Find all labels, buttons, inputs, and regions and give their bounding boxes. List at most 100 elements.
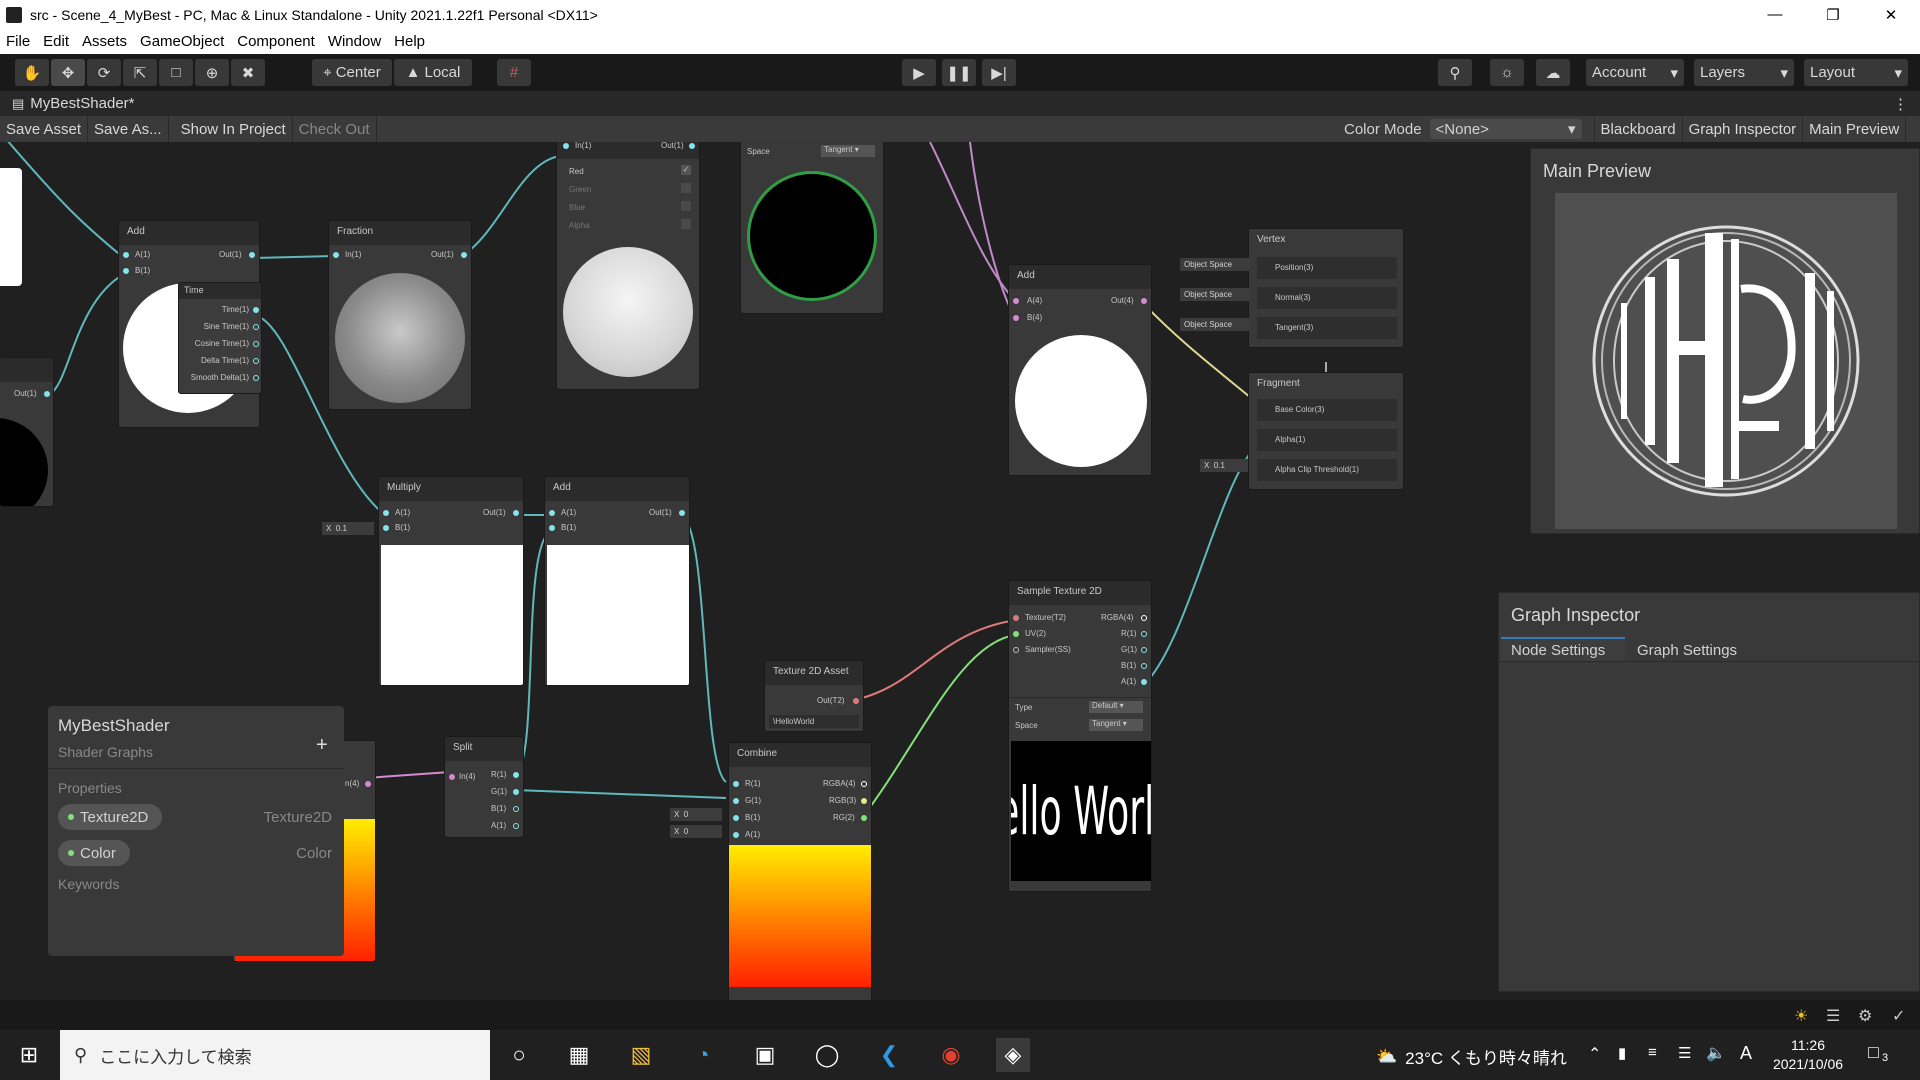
- out-port[interactable]: [1141, 298, 1147, 304]
- graph-inspector-toggle[interactable]: Graph Inspector: [1683, 116, 1804, 142]
- combine-a-value[interactable]: X 0: [670, 825, 722, 838]
- menu-help[interactable]: Help: [394, 33, 425, 50]
- layers-dropdown[interactable]: Layers ▾: [1694, 59, 1794, 86]
- lighting-icon[interactable]: ☀: [1794, 1006, 1808, 1026]
- out-port[interactable]: [253, 375, 259, 381]
- green-checkbox[interactable]: [681, 183, 691, 193]
- menu-gameobject[interactable]: GameObject: [140, 33, 224, 50]
- battery-icon[interactable]: ▮: [1618, 1044, 1626, 1062]
- save-asset-button[interactable]: Save Asset: [0, 116, 89, 142]
- save-as-button[interactable]: Save As...: [88, 116, 169, 142]
- split-node[interactable]: Split In(4) R(1) G(1) B(1) A(1): [444, 736, 524, 838]
- windows-start-icon[interactable]: ⊞: [12, 1038, 46, 1072]
- progress-check-icon[interactable]: ✓: [1892, 1006, 1905, 1026]
- chrome-icon[interactable]: ◉: [934, 1038, 968, 1072]
- in-port[interactable]: [449, 774, 455, 780]
- menu-window[interactable]: Window: [328, 33, 381, 50]
- unreal-engine-icon[interactable]: ◯: [810, 1038, 844, 1072]
- out-port[interactable]: [861, 781, 867, 787]
- out-port[interactable]: [513, 823, 519, 829]
- more-options-icon[interactable]: ⋮: [1893, 95, 1908, 113]
- out-port[interactable]: [513, 510, 519, 516]
- type-dropdown[interactable]: Default ▾: [1089, 701, 1143, 713]
- tangent-slot[interactable]: Tangent(3): [1257, 317, 1397, 339]
- out-port[interactable]: [861, 815, 867, 821]
- fraction-node[interactable]: Fraction In(1) Out(1): [328, 220, 472, 410]
- in-port[interactable]: [383, 525, 389, 531]
- base-color-slot[interactable]: Base Color(3): [1257, 399, 1397, 421]
- rect-tool-icon[interactable]: □: [159, 59, 193, 86]
- layers-status-icon[interactable]: ☰: [1826, 1006, 1840, 1026]
- in-port[interactable]: [1013, 631, 1019, 637]
- out-port[interactable]: [365, 781, 371, 787]
- blue-checkbox[interactable]: [681, 201, 691, 211]
- multiply-b-value[interactable]: X 0.1: [322, 522, 374, 535]
- maximize-button[interactable]: ❐: [1804, 0, 1862, 29]
- out-port[interactable]: [249, 252, 255, 258]
- out-port[interactable]: [513, 806, 519, 812]
- layout-dropdown[interactable]: Layout ▾: [1804, 59, 1908, 86]
- blackboard-toggle[interactable]: Blackboard: [1593, 116, 1683, 142]
- transform-tool-icon[interactable]: ⊕: [195, 59, 229, 86]
- edge-browser-icon[interactable]: ◔: [686, 1038, 720, 1072]
- collab-icon[interactable]: ⚙: [1858, 1006, 1872, 1026]
- search-icon[interactable]: ⚲: [1438, 59, 1472, 86]
- in-port[interactable]: [733, 815, 739, 821]
- add-property-button[interactable]: +: [316, 734, 328, 757]
- notification-icon[interactable]: □ 3: [1868, 1042, 1888, 1064]
- normal-slot[interactable]: Normal(3): [1257, 287, 1397, 309]
- space-dropdown[interactable]: Tangent ▾: [1089, 719, 1143, 731]
- in-port[interactable]: [383, 510, 389, 516]
- add-node[interactable]: Add A(1) B(1) Out(1): [544, 476, 690, 686]
- network-icon[interactable]: ≡: [1648, 1044, 1657, 1061]
- out-port[interactable]: [1141, 615, 1147, 621]
- rotate-tool-icon[interactable]: ⟳: [87, 59, 121, 86]
- channel-mask-node[interactable]: In(1) Out(1) Red ✓ Green Blue Alpha: [556, 142, 700, 390]
- vertex-block[interactable]: Vertex Position(3) Normal(3) Tangent(3): [1248, 228, 1404, 348]
- show-in-project-button[interactable]: Show In Project: [175, 116, 293, 142]
- pivot-center-button[interactable]: ⌖ Center: [312, 59, 392, 86]
- minimize-button[interactable]: —: [1746, 0, 1804, 29]
- out-port[interactable]: [679, 510, 685, 516]
- weather-widget[interactable]: ⛅ 23°C くもり時々晴れ: [1376, 1044, 1567, 1069]
- out-port[interactable]: [253, 341, 259, 347]
- in-port[interactable]: [333, 252, 339, 258]
- grid-snap-icon[interactable]: #: [497, 59, 531, 86]
- settings-icon[interactable]: ☼: [1490, 59, 1524, 86]
- menu-component[interactable]: Component: [237, 33, 315, 50]
- combine-node[interactable]: Combine R(1) G(1) B(1) A(1) RGBA(4) RGB(…: [728, 742, 872, 1000]
- in-port[interactable]: [733, 832, 739, 838]
- main-preview-toggle[interactable]: Main Preview: [1803, 116, 1907, 142]
- in-port[interactable]: [123, 252, 129, 258]
- property-pill-texture2d[interactable]: Texture2D: [58, 804, 163, 830]
- out-port[interactable]: [513, 772, 519, 778]
- out-port[interactable]: [1141, 679, 1147, 685]
- close-button[interactable]: ✕: [1862, 0, 1920, 29]
- in-port[interactable]: [1013, 298, 1019, 304]
- out-port[interactable]: [1141, 631, 1147, 637]
- menu-assets[interactable]: Assets: [82, 33, 127, 50]
- out-port[interactable]: [1141, 663, 1147, 669]
- pivot-local-button[interactable]: ▲ Local: [394, 59, 472, 86]
- pause-button[interactable]: ❚❚: [942, 59, 976, 86]
- tab-graph-settings[interactable]: Graph Settings: [1627, 637, 1757, 661]
- property-pill-color[interactable]: Color: [58, 840, 130, 866]
- ime-indicator[interactable]: A: [1740, 1043, 1752, 1064]
- menu-file[interactable]: File: [6, 33, 30, 50]
- in-port[interactable]: [1013, 315, 1019, 321]
- out-port[interactable]: [853, 698, 859, 704]
- file-explorer-icon[interactable]: ▧: [624, 1038, 658, 1072]
- sample-texture2d-node[interactable]: Sample Texture 2D Texture(T2) UV(2) Samp…: [1008, 580, 1152, 892]
- color-mode-dropdown[interactable]: <None> ▾: [1429, 119, 1582, 139]
- out-port[interactable]: [253, 324, 259, 330]
- tab-node-settings[interactable]: Node Settings: [1501, 637, 1625, 661]
- account-dropdown[interactable]: Account ▾: [1586, 59, 1684, 86]
- in-port[interactable]: [1013, 615, 1019, 621]
- in-port[interactable]: [549, 525, 555, 531]
- out-port[interactable]: [461, 252, 467, 258]
- texture-object-field[interactable]: \HelloWorld: [769, 715, 859, 728]
- out-port[interactable]: [513, 789, 519, 795]
- in-port[interactable]: [563, 143, 569, 149]
- hand-tool-icon[interactable]: ✋: [15, 59, 49, 86]
- task-view-icon[interactable]: ▦: [562, 1038, 596, 1072]
